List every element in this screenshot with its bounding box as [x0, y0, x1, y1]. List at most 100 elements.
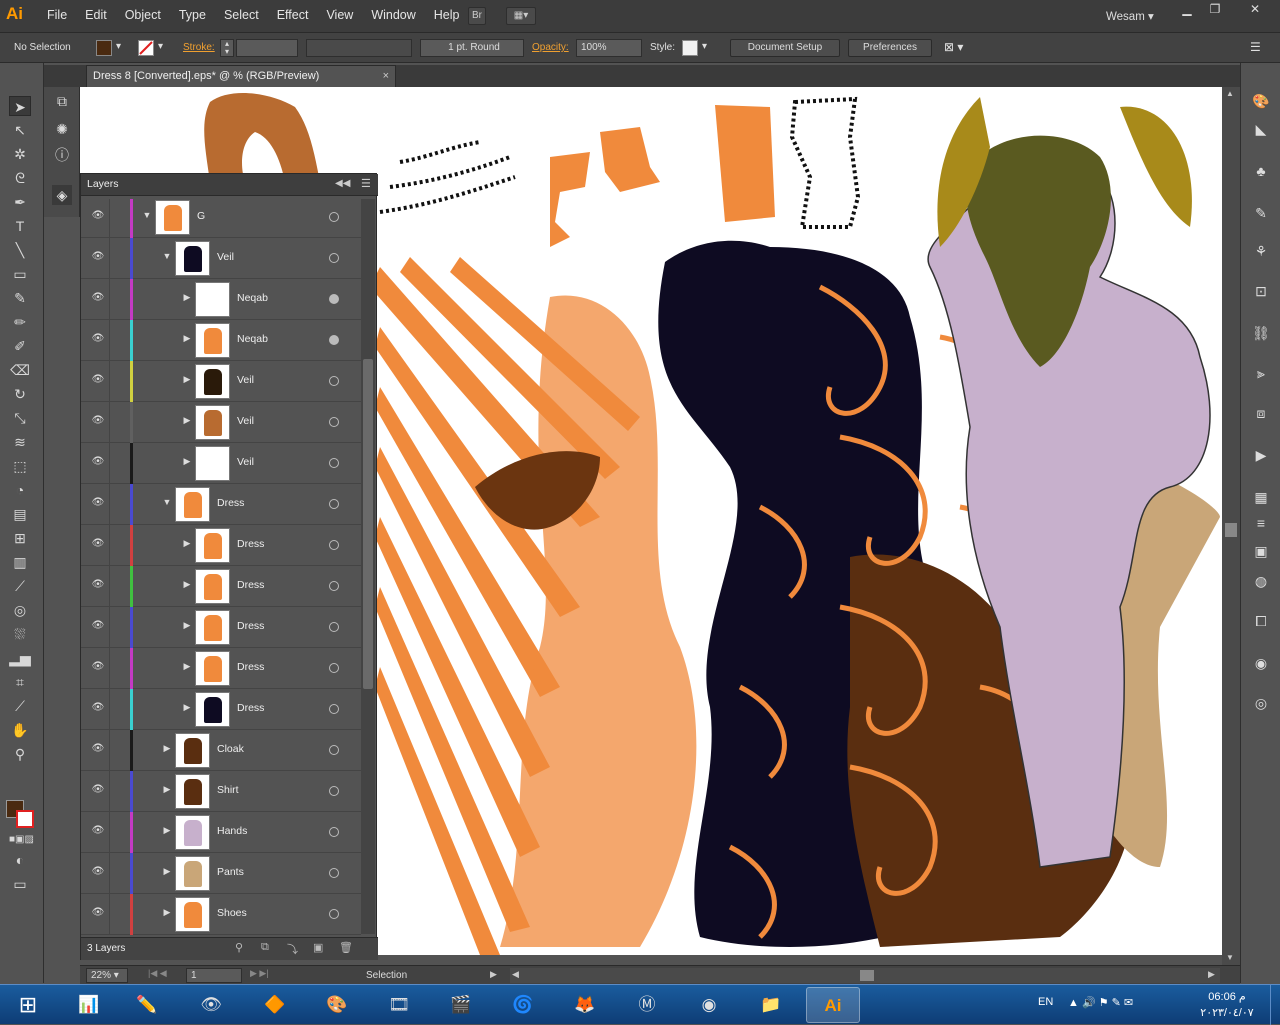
collapse-triangle-icon[interactable]: ▼: [161, 497, 173, 511]
show-desktop-button[interactable]: [1270, 985, 1280, 1025]
layer-row[interactable]: 👁 ▼ G: [81, 199, 361, 238]
links-panel-icon[interactable]: ⛓: [1251, 323, 1271, 343]
last-page-icon[interactable]: ▶ ▶|: [250, 968, 269, 979]
restore-button[interactable]: ❐: [1204, 2, 1226, 18]
target-icon[interactable]: [329, 786, 339, 796]
layer-name[interactable]: Neqab: [237, 333, 268, 345]
direct-selection-tool-icon[interactable]: ↖: [9, 120, 31, 140]
hand-tool-icon[interactable]: ✋: [9, 720, 31, 740]
arrange-icon[interactable]: ⊠ ▾: [944, 40, 963, 54]
opacity-label[interactable]: Opacity:: [532, 42, 569, 53]
new-layer-icon[interactable]: ▣: [313, 941, 323, 954]
layer-row[interactable]: 👁 ▶ Dress: [81, 566, 361, 607]
taskbar-firefox-icon[interactable]: 🦊: [558, 987, 612, 1023]
expand-triangle-icon[interactable]: ▶: [161, 825, 173, 839]
layer-name[interactable]: Dress: [237, 620, 264, 632]
lock-toggle[interactable]: [109, 279, 110, 320]
expand-triangle-icon[interactable]: ▶: [181, 333, 193, 347]
gradient-tool-icon[interactable]: ▥: [9, 552, 31, 572]
lock-toggle[interactable]: [109, 238, 110, 279]
taskbar-draw-icon[interactable]: ✏️: [120, 987, 174, 1023]
target-icon[interactable]: [329, 458, 339, 468]
panel-menu-icon[interactable]: ☰: [1250, 40, 1261, 54]
visibility-eye-icon[interactable]: 👁: [91, 456, 105, 470]
target-icon[interactable]: [329, 745, 339, 755]
target-icon[interactable]: [329, 540, 339, 550]
expand-triangle-icon[interactable]: ▶: [181, 415, 193, 429]
layer-name[interactable]: Veil: [237, 456, 254, 468]
appearance-panel-icon[interactable]: ≡: [1251, 513, 1271, 533]
expand-triangle-icon[interactable]: ▶: [181, 661, 193, 675]
expand-triangle-icon[interactable]: ▶: [181, 374, 193, 388]
menu-view[interactable]: View: [317, 8, 362, 22]
lock-toggle[interactable]: [109, 853, 110, 894]
lock-toggle[interactable]: [109, 894, 110, 935]
layer-name[interactable]: Shirt: [217, 784, 239, 796]
layer-row[interactable]: 👁 ▶ Hands: [81, 812, 361, 853]
column-graph-tool-icon[interactable]: ▂▅: [9, 648, 31, 668]
visibility-eye-icon[interactable]: 👁: [91, 784, 105, 798]
layer-row[interactable]: 👁 ▶ Shoes: [81, 894, 361, 935]
target-icon[interactable]: [329, 622, 339, 632]
lock-toggle[interactable]: [109, 607, 110, 648]
taskbar-vlc-icon[interactable]: 🔶: [248, 987, 302, 1023]
expand-triangle-icon[interactable]: ▶: [161, 784, 173, 798]
layer-row[interactable]: 👁 ▼ Veil: [81, 238, 361, 279]
layer-row[interactable]: 👁 ▶ Neqab: [81, 320, 361, 361]
paintbrush-tool-icon[interactable]: ✎: [9, 288, 31, 308]
expand-triangle-icon[interactable]: ▶: [181, 292, 193, 306]
page-field[interactable]: 1: [186, 968, 242, 983]
layers-scrollbar[interactable]: [361, 199, 375, 934]
zoom-tool-icon[interactable]: ⚲: [9, 744, 31, 764]
bridge-button[interactable]: Br: [468, 7, 486, 25]
lock-toggle[interactable]: [109, 199, 110, 238]
info-panel-icon[interactable]: ⓘ: [52, 145, 72, 165]
pathfinder-panel-icon[interactable]: ⧈: [1251, 403, 1271, 423]
close-window-button[interactable]: ✕: [1244, 2, 1266, 18]
expand-triangle-icon[interactable]: ▶: [181, 538, 193, 552]
eraser-tool-icon[interactable]: ⌫: [9, 360, 31, 380]
layer-name[interactable]: Veil: [217, 251, 234, 263]
lock-toggle[interactable]: [109, 648, 110, 689]
canvas-vertical-scrollbar[interactable]: ▲ ▼: [1222, 87, 1240, 967]
warp-tool-icon[interactable]: ≋: [9, 432, 31, 452]
lock-toggle[interactable]: [109, 566, 110, 607]
visibility-eye-icon[interactable]: 👁: [91, 497, 105, 511]
artboard-tool-icon[interactable]: ⌗: [9, 672, 31, 692]
delete-layer-icon[interactable]: 🗑: [339, 941, 353, 954]
stroke-weight-stepper[interactable]: ▴ ▾: [220, 39, 234, 57]
color-guide-icon[interactable]: ◣: [1251, 119, 1271, 139]
layer-name[interactable]: G: [197, 210, 205, 222]
symbols-panel-icon[interactable]: ✺: [52, 119, 72, 139]
visibility-eye-icon[interactable]: 👁: [91, 661, 105, 675]
layer-name[interactable]: Pants: [217, 866, 244, 878]
lock-toggle[interactable]: [109, 361, 110, 402]
layer-row[interactable]: 👁 ▶ Pants: [81, 853, 361, 894]
layer-row[interactable]: 👁 ▶ Veil: [81, 361, 361, 402]
menu-help[interactable]: Help: [425, 8, 469, 22]
layer-name[interactable]: Dress: [237, 661, 264, 673]
actions-panel-icon[interactable]: ▶: [1251, 445, 1271, 465]
taskbar-edge-icon[interactable]: 🌀: [496, 987, 550, 1023]
free-transform-tool-icon[interactable]: ⬚: [9, 456, 31, 476]
perspective-grid-tool-icon[interactable]: ▤: [9, 504, 31, 524]
taskbar-chrome-icon[interactable]: ◉: [682, 987, 736, 1023]
appearance-dock-icon[interactable]: ◎: [1251, 693, 1271, 713]
canvas-vscroll-thumb[interactable]: [1225, 523, 1237, 537]
layer-name[interactable]: Hands: [217, 825, 247, 837]
fill-swatch[interactable]: [96, 40, 112, 56]
swatches-panel-icon[interactable]: ♣: [1251, 161, 1271, 181]
canvas-hscroll-thumb[interactable]: [860, 970, 874, 981]
lock-toggle[interactable]: [109, 402, 110, 443]
transform-panel-icon[interactable]: ⧉: [52, 91, 72, 111]
layer-row[interactable]: 👁 ▶ Veil: [81, 402, 361, 443]
symbol-sprayer-tool-icon[interactable]: ⛆: [9, 624, 31, 644]
layer-row[interactable]: 👁 ▶ Dress: [81, 607, 361, 648]
target-icon[interactable]: [329, 581, 339, 591]
visibility-eye-icon[interactable]: 👁: [91, 620, 105, 634]
collapse-triangle-icon[interactable]: ▼: [141, 210, 153, 224]
target-icon[interactable]: [329, 335, 339, 345]
layer-name[interactable]: Neqab: [237, 292, 268, 304]
expand-triangle-icon[interactable]: ▶: [161, 907, 173, 921]
rectangle-tool-icon[interactable]: ▭: [9, 264, 31, 284]
